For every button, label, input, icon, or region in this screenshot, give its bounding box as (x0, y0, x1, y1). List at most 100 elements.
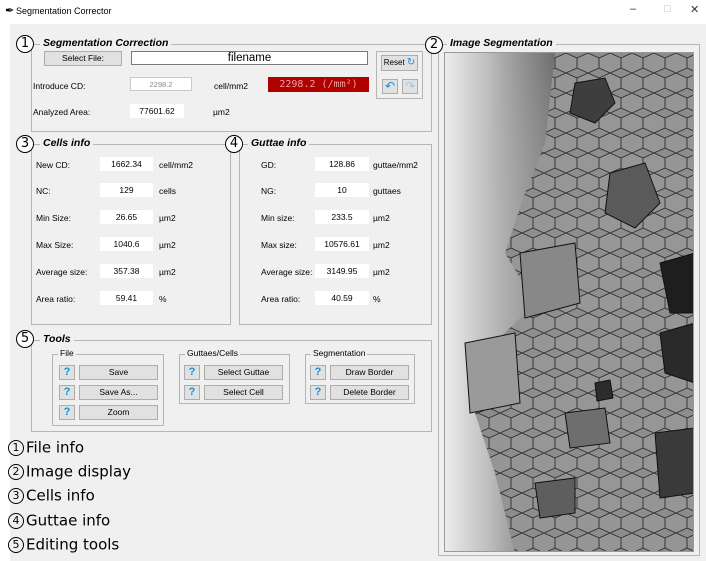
legend-item-file-info: 1 File info (8, 438, 84, 458)
save-as-button[interactable]: Save As... (79, 385, 158, 400)
window-title: Segmentation Corrector (16, 6, 112, 16)
save-as-help-button[interactable]: ? (59, 385, 75, 400)
minimize-button[interactable]: – (630, 3, 636, 15)
guttae-min-size-value: 233.5 (315, 210, 369, 224)
new-cd-value: 1662.34 (100, 157, 153, 171)
cd-unit: cell/mm2 (214, 81, 249, 91)
segmented-cell-image (445, 53, 693, 551)
cell-average-size-unit: µm2 (159, 267, 176, 277)
close-button[interactable]: ✕ (690, 3, 699, 16)
new-cd-unit: cell/mm2 (159, 160, 194, 170)
cell-min-size-label: Min Size: (36, 213, 71, 223)
analyzed-area-value: 77601.62 (130, 104, 184, 118)
reset-button[interactable]: Reset ↻ (381, 55, 418, 71)
ng-unit: guttaes (373, 186, 401, 196)
legend-item-image-display: 2 Image display (8, 462, 131, 482)
guttae-average-size-value: 3149.95 (315, 264, 369, 278)
redo-icon: ↷ (404, 79, 416, 93)
guttae-area-ratio-value: 40.59 (315, 291, 369, 305)
ng-value: 10 (315, 183, 369, 197)
zoom-button[interactable]: Zoom (79, 405, 158, 420)
cell-max-size-value: 1040.6 (100, 237, 153, 251)
zoom-help-button[interactable]: ? (59, 405, 75, 420)
guttae-info-title: Guttae info (248, 137, 310, 149)
cell-average-size-value: 357.38 (100, 264, 153, 278)
app-feather-icon: ✒ (5, 5, 15, 17)
cell-area-ratio-label: Area ratio: (36, 294, 76, 304)
guttae-max-size-label: Max size: (261, 240, 297, 250)
select-guttae-button[interactable]: Select Guttae (204, 365, 283, 380)
filename-field[interactable]: filename (131, 51, 368, 65)
guttae-min-size-unit: µm2 (373, 213, 390, 223)
title-bar: ✒ Segmentation Corrector – □ ✕ (0, 0, 706, 24)
save-button[interactable]: Save (79, 365, 158, 380)
guttae-min-size-label: Min size: (261, 213, 295, 223)
marker-5: 5 (16, 330, 34, 348)
legend-number: 1 (8, 439, 24, 456)
undo-button[interactable]: ↶ (382, 79, 398, 94)
delete-border-help-button[interactable]: ? (310, 385, 326, 400)
legend-item-guttae-info: 4 Guttae info (8, 511, 110, 531)
segmentation-tools-title: Segmentation (311, 348, 368, 358)
new-cd-label: New CD: (36, 160, 71, 170)
select-file-button[interactable]: Select File: (44, 51, 122, 66)
cell-max-size-unit: µm2 (159, 240, 176, 250)
guttae-area-ratio-unit: % (373, 294, 381, 304)
legend-text: Editing tools (26, 535, 120, 554)
legend-number: 5 (8, 536, 24, 553)
guttae-max-size-unit: µm2 (373, 240, 390, 250)
marker-2: 2 (425, 36, 443, 54)
tools-title: Tools (40, 333, 74, 345)
delete-border-button[interactable]: Delete Border (330, 385, 409, 400)
select-guttae-help-button[interactable]: ? (184, 365, 200, 380)
introduce-cd-label: Introduce CD: (33, 81, 86, 91)
guttae-max-size-value: 10576.61 (315, 237, 369, 251)
legend-text: Image display (26, 462, 132, 481)
legend-text: Guttae info (26, 511, 111, 530)
file-tools-title: File (58, 348, 76, 358)
cell-min-size-unit: µm2 (159, 213, 176, 223)
gd-label: GD: (261, 160, 277, 170)
guttae-average-size-label: Average size: (261, 267, 313, 277)
legend-text: File info (26, 438, 85, 457)
gd-value: 128.86 (315, 157, 369, 171)
legend-item-cells-info: 3 Cells info (8, 486, 95, 506)
legend-text: Cells info (26, 486, 95, 505)
guttae-area-ratio-label: Area ratio: (261, 294, 301, 304)
cell-average-size-label: Average size: (36, 267, 88, 277)
maximize-button[interactable]: □ (664, 3, 671, 15)
draw-border-help-button[interactable]: ? (310, 365, 326, 380)
guttae-cells-tools-title: Guttaes/Cells (185, 348, 241, 358)
gd-unit: guttae/mm2 (373, 160, 418, 170)
cell-area-ratio-value: 59.41 (100, 291, 153, 305)
legend-number: 3 (8, 487, 24, 504)
legend-number: 2 (8, 463, 24, 480)
refresh-icon: ↻ (406, 57, 416, 68)
cells-info-title: Cells info (40, 137, 94, 149)
analyzed-area-label: Analyzed Area: (33, 107, 91, 117)
undo-icon: ↶ (384, 79, 396, 93)
select-cell-button[interactable]: Select Cell (204, 385, 283, 400)
save-help-button[interactable]: ? (59, 365, 75, 380)
guttae-average-size-unit: µm2 (373, 267, 390, 277)
cd-display: 2298.2 (/mm²) (268, 77, 369, 92)
draw-border-button[interactable]: Draw Border (330, 365, 409, 380)
nc-unit: cells (159, 186, 177, 196)
analyzed-area-unit: µm2 (213, 107, 230, 117)
redo-button[interactable]: ↷ (402, 79, 418, 94)
segmentation-image[interactable] (444, 52, 694, 552)
ng-label: NG: (261, 186, 277, 196)
legend-item-editing-tools: 5 Editing tools (8, 535, 119, 555)
nc-label: NC: (36, 186, 51, 196)
cell-min-size-value: 26.65 (100, 210, 153, 224)
segmentation-correction-title: Segmentation Correction (40, 37, 172, 49)
cd-input[interactable]: 2298.2 (130, 77, 192, 91)
select-cell-help-button[interactable]: ? (184, 385, 200, 400)
marker-1: 1 (16, 35, 34, 53)
legend-number: 4 (8, 512, 24, 529)
cell-max-size-label: Max Size: (36, 240, 74, 250)
image-segmentation-title: Image Segmentation (447, 37, 556, 49)
cell-area-ratio-unit: % (159, 294, 167, 304)
marker-3: 3 (16, 135, 34, 153)
reset-label: Reset (383, 58, 405, 67)
